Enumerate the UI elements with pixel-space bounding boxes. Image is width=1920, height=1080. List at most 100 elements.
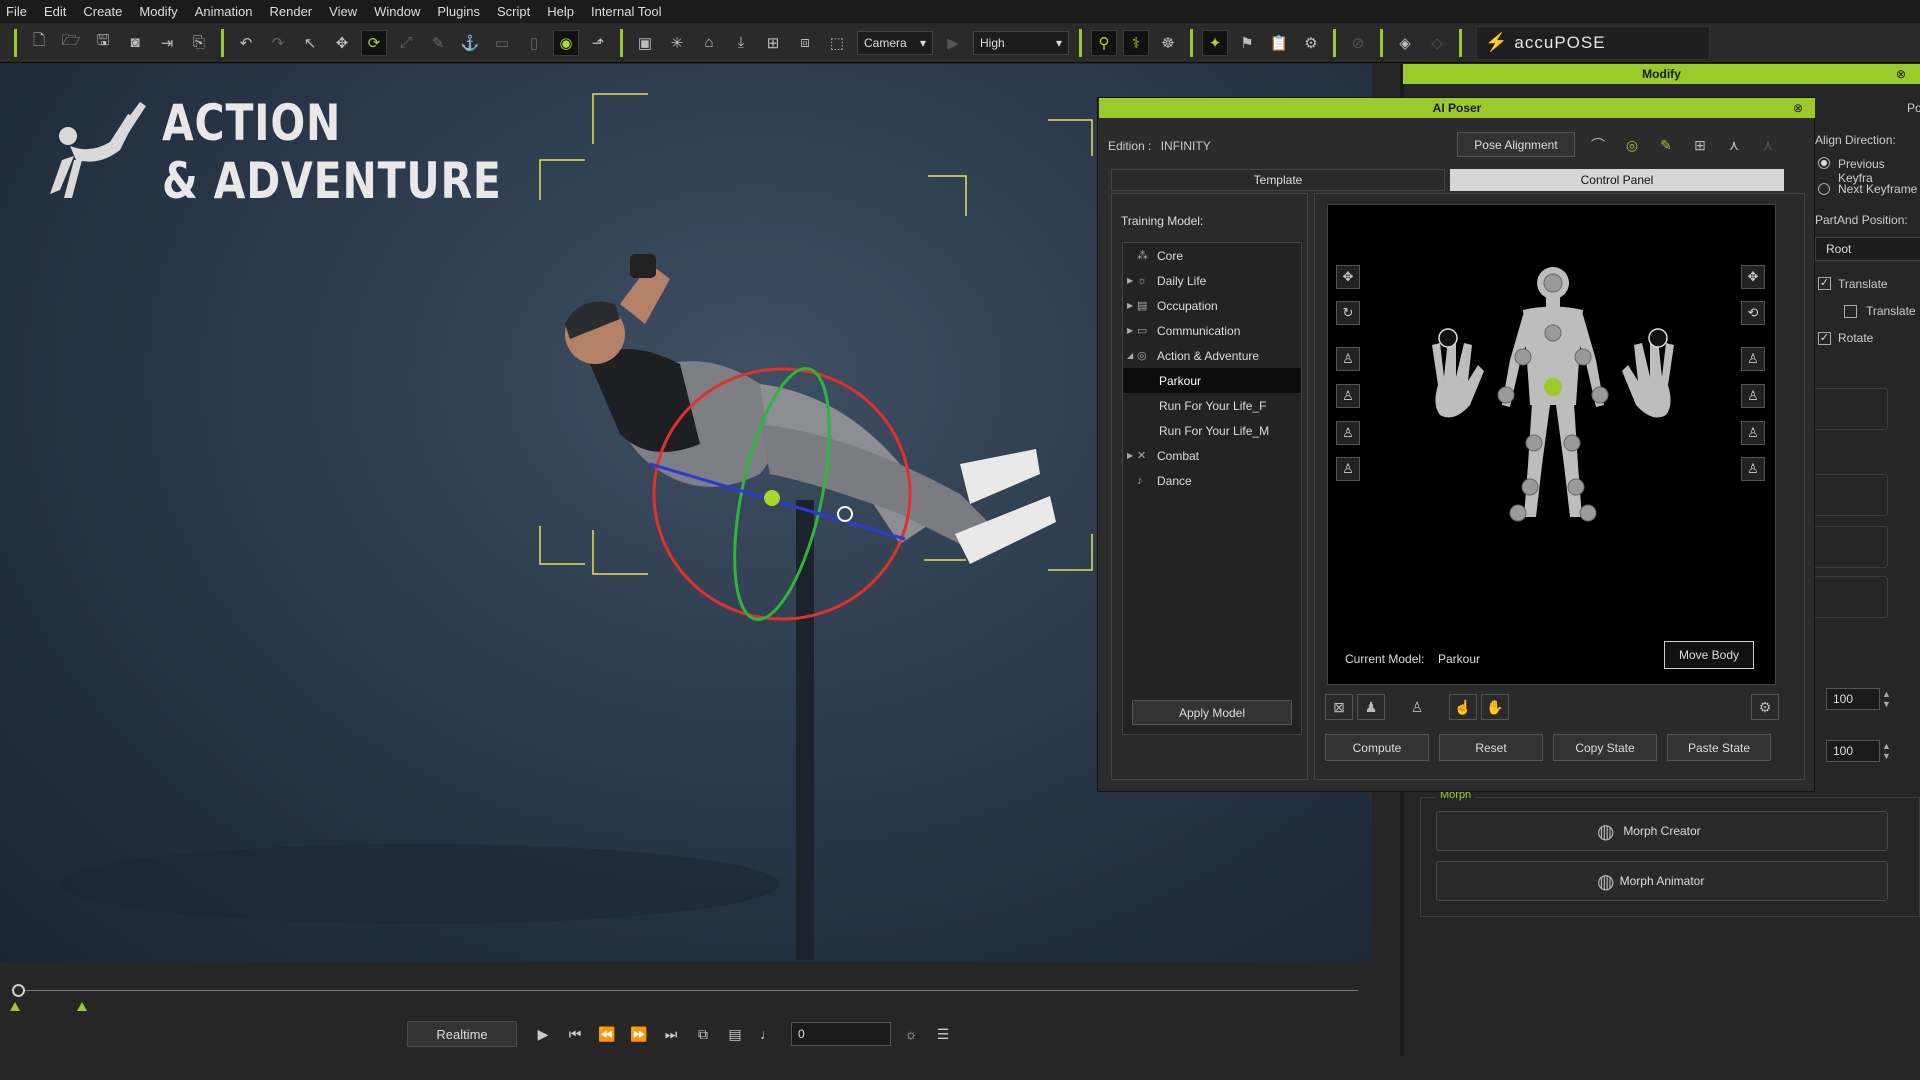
go-to-start-icon[interactable]: ⏮	[561, 1021, 589, 1047]
video-camera-icon[interactable]: ▶	[940, 30, 966, 56]
music-note-icon[interactable]: ♩	[753, 1021, 781, 1047]
tree-item-communication[interactable]: ▶ ▭ Communication	[1123, 318, 1301, 343]
export-icon[interactable]: ⇥	[154, 30, 180, 56]
edit-motion-icon[interactable]: ⚕	[1123, 29, 1149, 56]
realtime-button[interactable]: Realtime	[407, 1021, 517, 1047]
close-icon[interactable]: ⊗	[1896, 67, 1906, 81]
expand-arrow-icon[interactable]: ◢	[1127, 351, 1137, 360]
frame-selected-icon[interactable]: ⊞	[760, 30, 786, 56]
menu-item-create[interactable]: Create	[83, 4, 122, 19]
quality-dropdown[interactable]: High ▾	[973, 30, 1069, 55]
next-panel-tab[interactable]: Po	[1907, 101, 1920, 115]
apply-model-button[interactable]: Apply Model	[1132, 700, 1292, 725]
timeline-playhead[interactable]	[12, 984, 25, 997]
modify-slot[interactable]	[1808, 474, 1888, 516]
pen-icon[interactable]: ✎	[1652, 132, 1680, 158]
disabled-pose-icon[interactable]: ⋏	[1754, 132, 1782, 158]
light-icon[interactable]: ✳	[664, 30, 690, 56]
move-arrows-icon[interactable]: ✥	[1336, 265, 1360, 289]
accupose-logo[interactable]: ⚡ accuPOSE	[1476, 25, 1710, 60]
curve-icon[interactable]: ⌒	[1584, 132, 1612, 158]
copy-state-button[interactable]: Copy State	[1553, 734, 1657, 761]
rotate-lock-icon[interactable]: ⟲	[1741, 301, 1765, 325]
open-folder-icon[interactable]: 🗁	[58, 30, 84, 56]
subtitle-icon[interactable]: ▤	[721, 1021, 749, 1047]
expand-arrow-icon[interactable]: ▶	[1127, 451, 1137, 460]
rotate-checkbox[interactable]: ✓	[1818, 332, 1831, 345]
modify-slot[interactable]	[1808, 526, 1888, 568]
previous-frame-icon[interactable]: ⏪	[593, 1021, 621, 1047]
expand-arrow-icon[interactable]: ▶	[1127, 326, 1137, 335]
menu-item-plugins[interactable]: Plugins	[437, 4, 480, 19]
expand-arrow-icon[interactable]: ▶	[1127, 276, 1137, 285]
settings-gear-icon[interactable]: ⚙	[1751, 694, 1779, 720]
usd-export-icon[interactable]: ⎘	[186, 30, 212, 56]
spin-arrows-icon[interactable]: ▲ ▼	[1882, 741, 1892, 761]
tree-item-action-adventure[interactable]: ◢ ◎ Action & Adventure	[1123, 343, 1301, 368]
tree-item-parkour[interactable]: Parkour	[1123, 368, 1301, 393]
new-file-icon[interactable]: 🗋	[26, 30, 52, 56]
menu-item-modify[interactable]: Modify	[139, 4, 177, 19]
timeline-editor-icon[interactable]: ☰	[929, 1021, 957, 1047]
menu-item-file[interactable]: File	[6, 4, 27, 19]
zoom-extent-icon[interactable]: ⬚	[824, 30, 850, 56]
pose-slot-icon[interactable]: ♙	[1741, 457, 1765, 481]
morph-creator-button[interactable]: ◍ Morph Creator	[1436, 811, 1888, 851]
pose-slot-icon[interactable]: ♙	[1741, 384, 1765, 408]
undo-icon[interactable]: ↶	[233, 30, 259, 56]
tree-item-daily-life[interactable]: ▶ ☼ Daily Life	[1123, 268, 1301, 293]
select-arrow-icon[interactable]: ↖	[297, 30, 323, 56]
play-icon[interactable]: ▶	[529, 1021, 557, 1047]
tree-item-dance[interactable]: ♪ Dance	[1123, 468, 1301, 493]
pose-slot-icon[interactable]: ♙	[1336, 421, 1360, 445]
camera-dropdown[interactable]: Camera ▾	[857, 30, 933, 55]
range-start-marker[interactable]	[10, 1002, 20, 1011]
ik-fk-icon[interactable]: ⚲	[1091, 29, 1117, 56]
menu-item-view[interactable]: View	[329, 4, 357, 19]
pose-alignment-button[interactable]: Pose Alignment	[1457, 132, 1575, 157]
ai-poser-icon[interactable]: ✦	[1202, 29, 1228, 56]
move-icon[interactable]: ✥	[329, 30, 355, 56]
range-end-marker[interactable]	[77, 1002, 87, 1011]
tree-item-run-for-your-life-m[interactable]: Run For Your Life_M	[1123, 418, 1301, 443]
scale-icon[interactable]: ⤢	[393, 30, 419, 56]
settings-sun-icon[interactable]: ☼	[897, 1021, 925, 1047]
translate-sub-checkbox[interactable]	[1844, 305, 1857, 318]
person-lock-icon[interactable]: ♟	[1357, 694, 1385, 720]
menu-item-window[interactable]: Window	[374, 4, 420, 19]
tree-item-run-for-your-life-f[interactable]: Run For Your Life_F	[1123, 393, 1301, 418]
save-icon[interactable]: 🖫	[90, 30, 116, 56]
translate-checkbox[interactable]: ✓	[1818, 277, 1831, 290]
next-frame-icon[interactable]: ⏩	[625, 1021, 653, 1047]
body-mannequin[interactable]	[1378, 265, 1728, 525]
menu-item-animation[interactable]: Animation	[195, 4, 253, 19]
tab-control-panel[interactable]: Control Panel	[1450, 169, 1784, 191]
menu-item-internal-tool[interactable]: Internal Tool	[591, 4, 662, 19]
paste-state-button[interactable]: Paste State	[1667, 734, 1771, 761]
disabled-tool-icon[interactable]: ⊘	[1345, 30, 1371, 56]
visibility-eye-icon[interactable]: ◉	[553, 29, 579, 56]
clipboard-icon[interactable]: 📋	[1266, 30, 1292, 56]
redo-icon[interactable]: ↷	[265, 30, 291, 56]
reset-button[interactable]: Reset	[1439, 734, 1543, 761]
pick-parent-icon[interactable]: ⚓	[457, 30, 483, 56]
compute-button[interactable]: Compute	[1325, 734, 1429, 761]
keyframe-icon[interactable]: ◈	[1392, 30, 1418, 56]
hik-icon[interactable]: ☸	[1155, 30, 1181, 56]
brush-icon[interactable]: ✎	[425, 30, 451, 56]
rotate-reset-icon[interactable]: ↻	[1336, 301, 1360, 325]
pose-icon[interactable]: ⋏	[1720, 132, 1748, 158]
mirror-icon[interactable]: ⊠	[1325, 694, 1353, 720]
next-keyframe-radio[interactable]	[1818, 183, 1830, 195]
preview-icon[interactable]: ◙	[122, 30, 148, 56]
spin-arrows-icon[interactable]: ▲ ▼	[1882, 689, 1892, 709]
previous-keyframe-radio[interactable]	[1818, 157, 1830, 169]
morph-animator-button[interactable]: ◍ Morph Animator	[1436, 861, 1888, 901]
flag-icon[interactable]: ⚑	[1234, 30, 1260, 56]
menu-item-edit[interactable]: Edit	[44, 4, 66, 19]
tree-item-core[interactable]: ⁂ Core	[1123, 243, 1301, 268]
home-view-icon[interactable]: ⌂	[696, 30, 722, 56]
rotate-icon[interactable]: ⟳	[361, 29, 387, 56]
expand-arrow-icon[interactable]: ▶	[1127, 301, 1137, 310]
distribute-icon[interactable]: ▯	[521, 30, 547, 56]
